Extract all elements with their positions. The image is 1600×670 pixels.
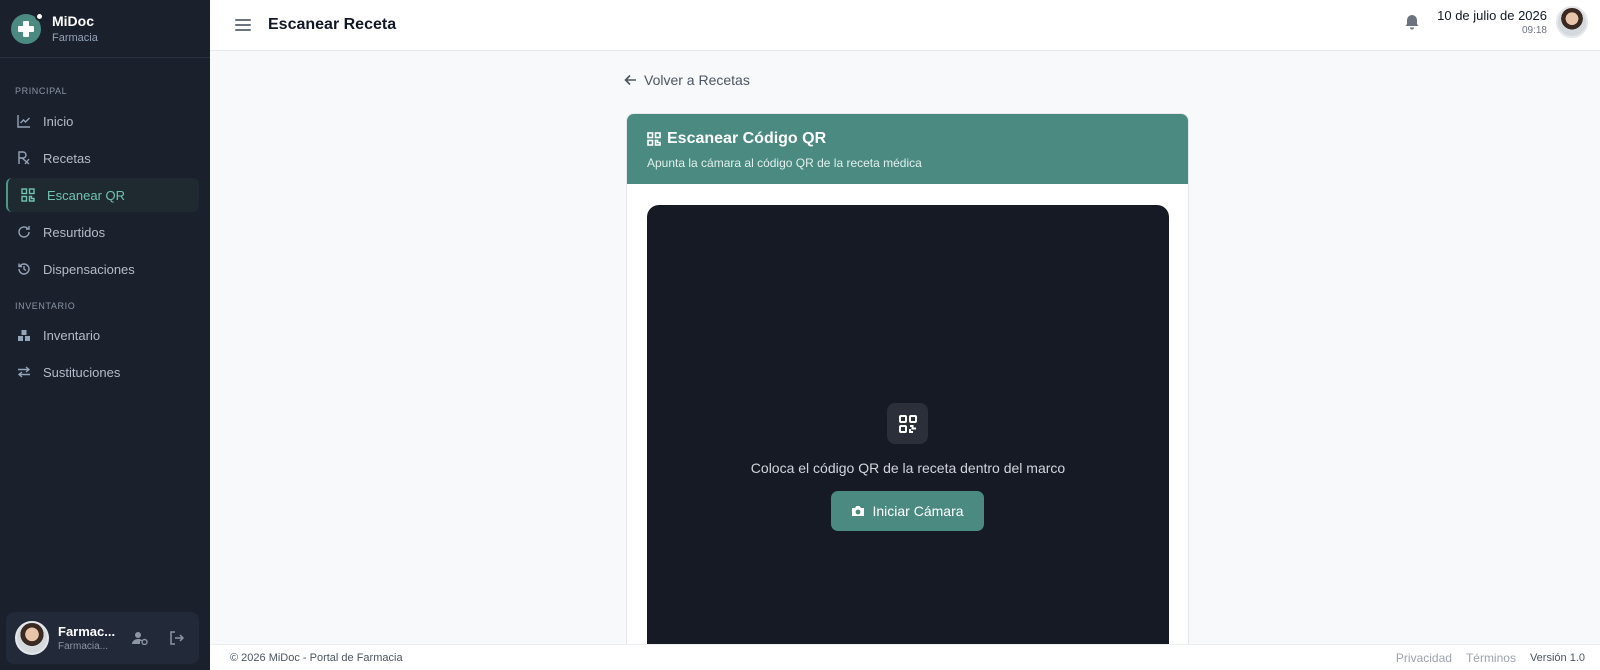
scan-card: Escanear Código QR Apunta la cámara al c… (626, 113, 1189, 645)
sidebar-item-escanear-qr[interactable]: Escanear QR (6, 178, 199, 212)
boxes-icon (17, 328, 31, 342)
user-card[interactable]: Farmac... Farmacia... (6, 612, 199, 664)
camera-viewport: Coloca el código QR de la receta dentro … (647, 205, 1169, 644)
qr-icon (21, 188, 35, 202)
menu-toggle-button[interactable] (235, 17, 251, 33)
sidebar-item-recetas[interactable]: Recetas (6, 141, 199, 175)
footer: © 2026 MiDoc - Portal de Farmacia Privac… (210, 644, 1600, 670)
scan-card-subtitle: Apunta la cámara al código QR de la rece… (647, 156, 922, 170)
header-avatar[interactable] (1556, 6, 1588, 38)
logout-button[interactable] (162, 624, 190, 652)
page-title: Escanear Receta (268, 16, 397, 33)
header-time: 09:18 (1521, 25, 1547, 36)
scan-card-title: Escanear Código QR (667, 130, 827, 147)
qr-icon (647, 132, 661, 146)
logo-icon (11, 11, 44, 44)
sidebar-item-label: Escanear QR (47, 187, 126, 203)
section-label-inventario: INVENTARIO (15, 301, 76, 311)
back-to-recetas-link[interactable]: Volver a Recetas (624, 72, 750, 88)
footer-copyright: © 2026 MiDoc - Portal de Farmacia (230, 651, 403, 664)
chart-line-icon (17, 114, 31, 128)
sidebar-item-resurtidos[interactable]: Resurtidos (6, 215, 199, 249)
user-settings-button[interactable] (126, 624, 154, 652)
prescription-icon (17, 151, 31, 165)
user-gear-icon (132, 632, 148, 645)
footer-link-privacidad[interactable]: Privacidad (1396, 651, 1452, 665)
swap-icon (17, 365, 31, 379)
user-name: Farmac... (58, 624, 116, 639)
sidebar-item-label: Dispensaciones (43, 261, 135, 277)
avatar (15, 621, 49, 655)
bell-icon[interactable] (1403, 13, 1421, 31)
sidebar-item-sustituciones[interactable]: Sustituciones (6, 355, 199, 389)
sidebar-item-inventario[interactable]: Inventario (6, 318, 199, 352)
sidebar-item-dispensaciones[interactable]: Dispensaciones (6, 252, 199, 286)
camera-instruction: Coloca el código QR de la receta dentro … (750, 460, 1066, 476)
top-header: Escanear Receta 10 de julio de 2026 09:1… (210, 0, 1600, 51)
back-link-label: Volver a Recetas (644, 72, 750, 88)
brand[interactable]: MiDoc Farmacia (0, 0, 210, 58)
camera-icon (852, 506, 865, 516)
logout-icon (169, 631, 184, 645)
start-camera-button[interactable]: Iniciar Cámara (831, 491, 984, 531)
refresh-icon (17, 225, 31, 239)
sidebar-item-label: Resurtidos (43, 224, 106, 240)
arrow-left-icon (624, 74, 636, 86)
sidebar-item-label: Recetas (43, 150, 91, 166)
start-camera-label: Iniciar Cámara (872, 503, 964, 519)
user-role: Farmacia... (58, 641, 109, 652)
scan-card-header: Escanear Código QR Apunta la cámara al c… (627, 114, 1188, 184)
sidebar: MiDoc Farmacia PRINCIPAL Inicio Recetas … (0, 0, 210, 670)
history-icon (17, 262, 31, 276)
section-label-principal: PRINCIPAL (15, 86, 68, 96)
sidebar-item-inicio[interactable]: Inicio (6, 104, 199, 138)
qr-scan-icon (887, 403, 928, 444)
header-date: 10 de julio de 2026 (1437, 8, 1547, 23)
sidebar-item-label: Sustituciones (43, 364, 121, 380)
brand-name: MiDoc (52, 12, 94, 29)
sidebar-item-label: Inicio (43, 113, 74, 129)
footer-link-terminos[interactable]: Términos (1466, 651, 1516, 665)
brand-subtitle: Farmacia (52, 31, 98, 44)
sidebar-item-label: Inventario (43, 327, 101, 343)
footer-version: Versión 1.0 (1529, 651, 1585, 664)
